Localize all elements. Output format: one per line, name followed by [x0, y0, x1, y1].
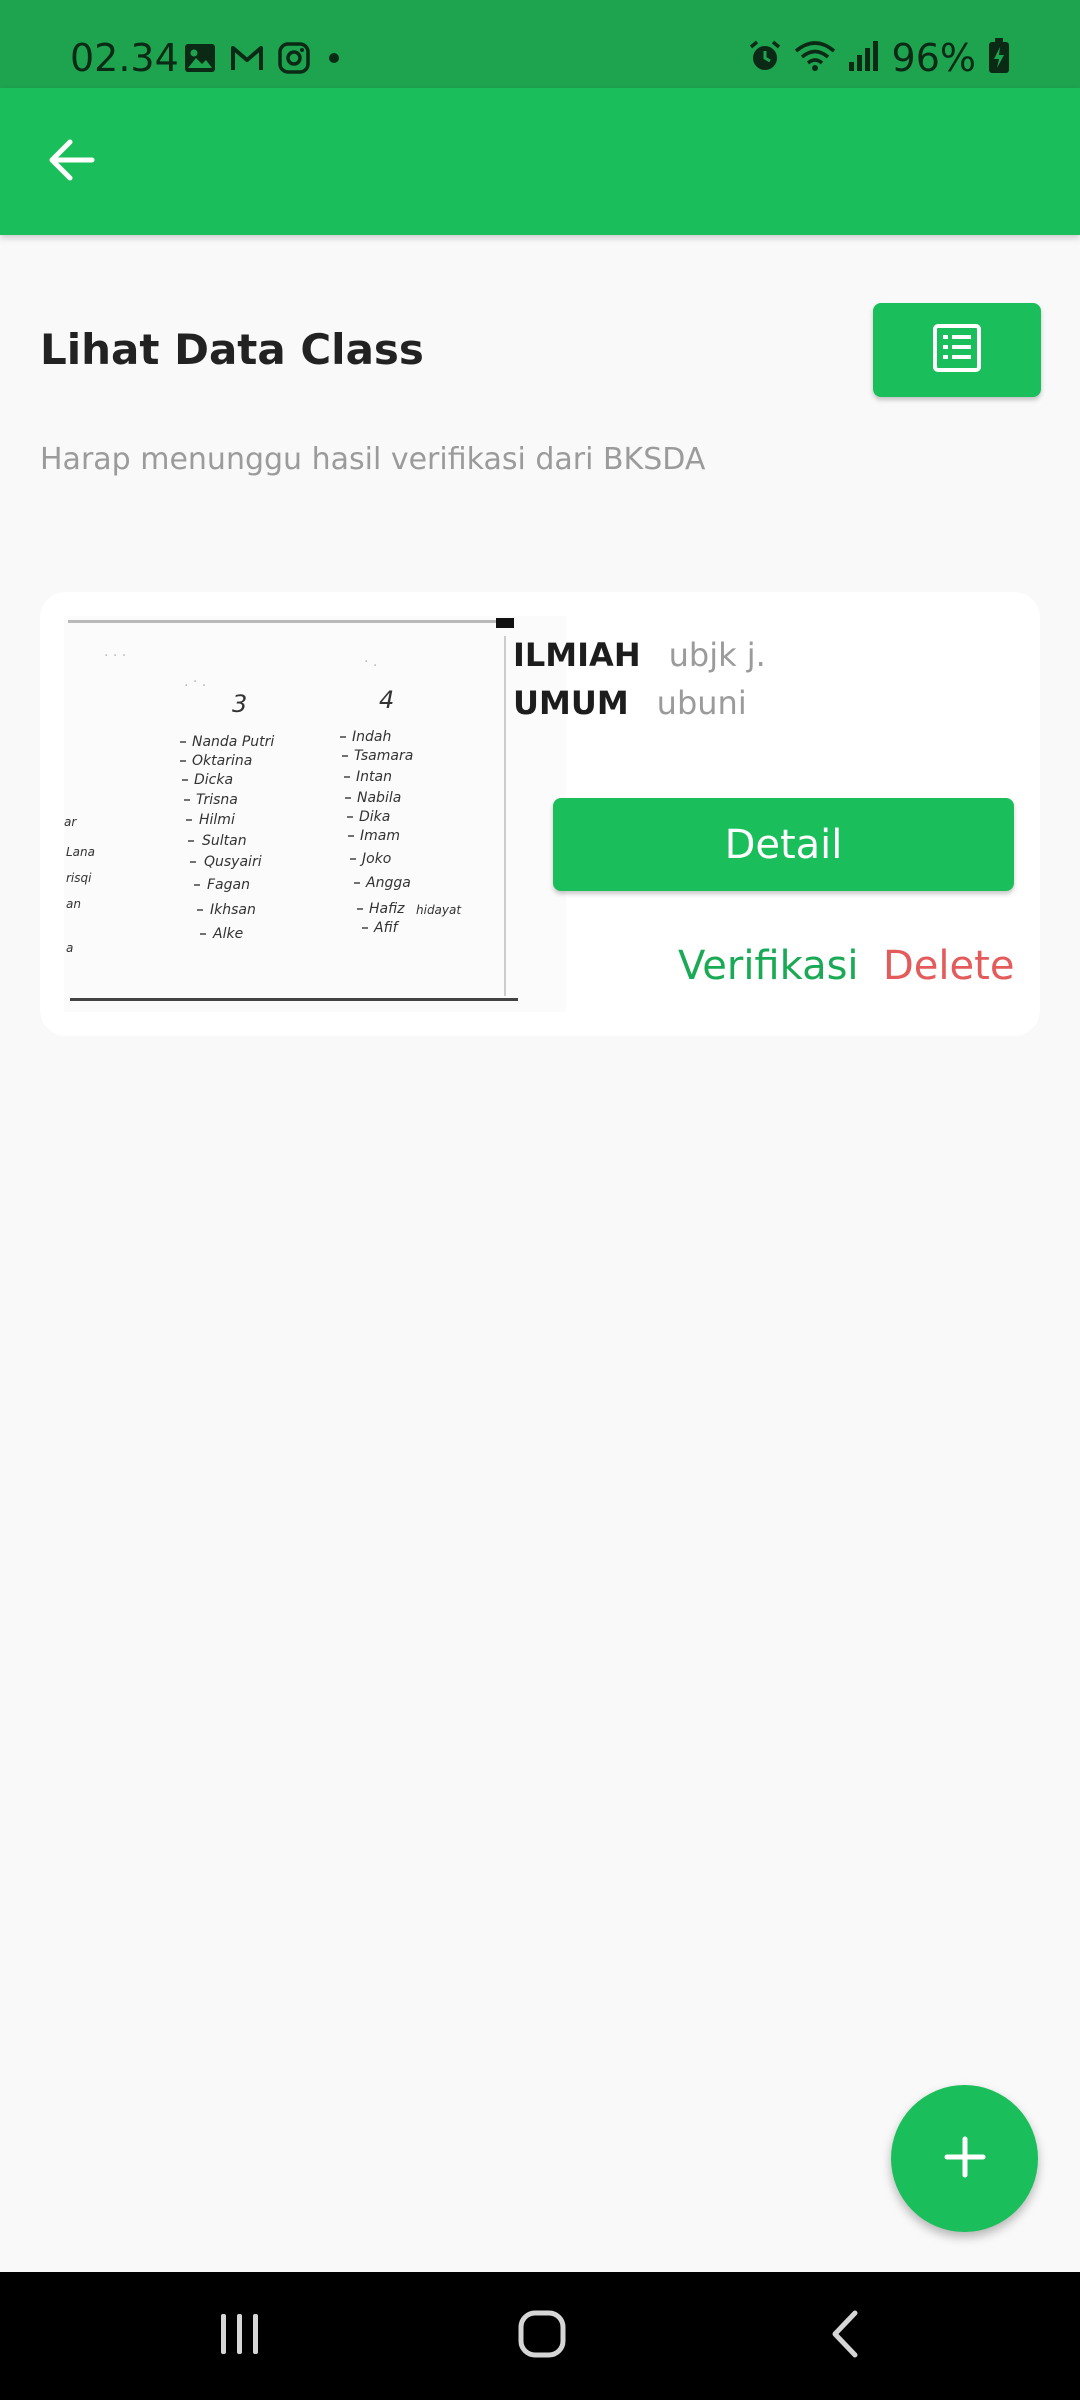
arrow-left-icon: [48, 138, 96, 186]
photo-edge-word-1: ar: [64, 815, 77, 829]
wifi-icon: [794, 40, 836, 76]
photo-name-right-7: Joko: [359, 851, 391, 867]
field-label: ILMIAH: [513, 636, 641, 674]
nav-back-button[interactable]: [800, 2296, 890, 2376]
system-nav-bar: [0, 2272, 1080, 2400]
battery-charging-icon: [988, 38, 1010, 78]
photo-name-right-2: Tsamara: [354, 748, 413, 764]
photo-name-left-10: Alke: [212, 926, 243, 942]
photo-name-right-8: Angga: [365, 875, 411, 891]
status-bar: 02.34 96%: [0, 0, 1080, 88]
alarm-icon: [748, 39, 782, 77]
field-value: ubjk j.: [668, 636, 766, 674]
photo-edge-word-3: risqi: [66, 871, 92, 885]
photo-name-right-6: Imam: [360, 828, 400, 844]
recent-apps-button[interactable]: [195, 2296, 285, 2376]
field-ilmiah: ILMIAH ubjk j.: [513, 632, 766, 678]
back-button[interactable]: [36, 126, 108, 198]
gallery-icon: [184, 43, 216, 77]
photo-name-left-7: Qusyairi: [204, 854, 262, 870]
photo-name-right-3: Intan: [356, 769, 392, 785]
back-icon: [827, 2309, 863, 2363]
list-view-button[interactable]: [873, 303, 1041, 397]
status-right-icons: 96%: [748, 36, 1010, 80]
verify-button[interactable]: Verifikasi: [678, 938, 859, 994]
photo-name-right-extra: hidayat: [416, 903, 462, 917]
photo-column-header-3: 3: [232, 690, 247, 718]
photo-name-left-4: Trisna: [196, 792, 238, 808]
photo-name-left-5: Hilmi: [199, 812, 235, 828]
recent-apps-icon: [218, 2311, 262, 2361]
home-button[interactable]: [497, 2296, 587, 2376]
plus-icon: [943, 2135, 987, 2183]
dot-icon: [324, 48, 344, 72]
svg-text:· .: · .: [364, 654, 377, 670]
photo-name-left-2: Oktarina: [192, 753, 252, 769]
photo-name-left-6: Sultan: [202, 833, 247, 849]
add-button[interactable]: [891, 2085, 1038, 2232]
gmail-icon: [230, 44, 264, 76]
photo-edge-word-4: an: [66, 897, 81, 911]
field-umum: UMUM ubuni: [513, 680, 747, 726]
home-icon: [517, 2309, 567, 2363]
photo-edge-word-5: a: [66, 941, 73, 955]
photo-name-left-1: Nanda Putri: [192, 734, 274, 750]
app-bar: [0, 88, 1080, 235]
photo-name-left-9: Ikhsan: [210, 902, 256, 918]
signal-icon: [848, 40, 880, 76]
photo-name-left-3: Dicka: [194, 772, 233, 788]
status-left-icons: [184, 40, 344, 80]
status-time: 02.34: [70, 36, 179, 80]
battery-percentage: 96%: [891, 36, 976, 80]
photo-name-right-9: Hafiz: [369, 901, 405, 917]
class-photo[interactable]: . . . . · . · . 3 4 Nanda Putri Oktarina…: [64, 616, 566, 1012]
photo-name-right-10: Afif: [373, 920, 400, 936]
detail-button[interactable]: Detail: [553, 798, 1014, 891]
field-label: UMUM: [513, 684, 629, 722]
photo-edge-word-2: Lana: [66, 845, 95, 859]
page-subtitle: Harap menunggu hasil verifikasi dari BKS…: [40, 442, 706, 477]
photo-column-header-4: 4: [379, 686, 394, 714]
photo-name-right-4: Nabila: [357, 790, 401, 806]
svg-text:. · .: . · .: [184, 674, 206, 690]
photo-name-right-1: Indah: [352, 729, 391, 745]
photo-name-right-5: Dika: [359, 809, 390, 825]
list-icon: [932, 323, 982, 377]
delete-button[interactable]: Delete: [883, 938, 1014, 994]
field-value: ubuni: [656, 684, 747, 722]
photo-name-left-8: Fagan: [207, 877, 250, 893]
svg-text:. . .: . . .: [104, 644, 126, 660]
page-title: Lihat Data Class: [40, 325, 424, 374]
instagram-icon: [278, 42, 310, 78]
